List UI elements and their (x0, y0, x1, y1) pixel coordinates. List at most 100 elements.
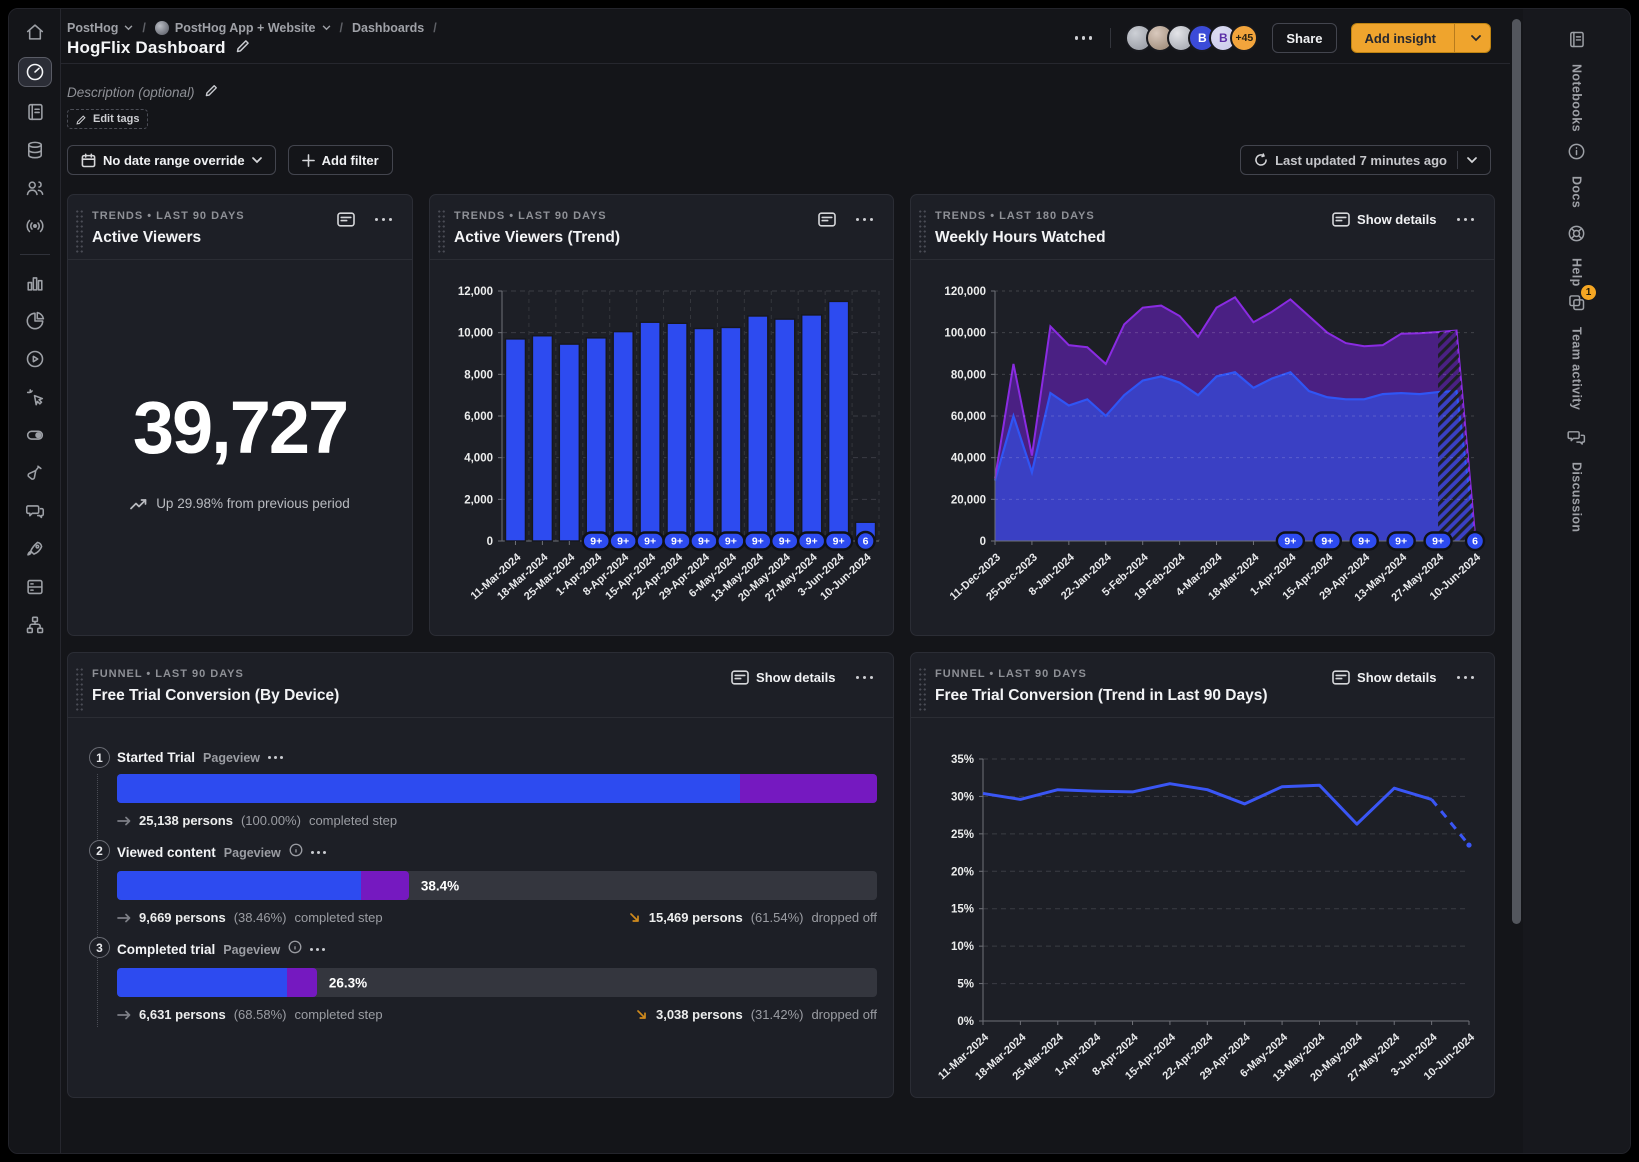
sidebar-item-activity[interactable] (18, 213, 52, 239)
funnel-bar-purple-segment[interactable] (740, 774, 877, 803)
funnel-bar[interactable] (117, 774, 877, 803)
add-insight-button[interactable]: Add insight (1351, 23, 1492, 53)
count-badge[interactable]: 9+ (744, 533, 771, 550)
sidebar-item-data-management[interactable] (18, 137, 52, 163)
count-badge[interactable]: 9+ (1425, 533, 1452, 550)
scrollbar-thumb[interactable] (1512, 19, 1521, 924)
insight-more-menu[interactable] (371, 214, 397, 226)
insight-title[interactable]: Active Viewers (92, 229, 245, 247)
insight-title[interactable]: Active Viewers (Trend) (454, 229, 620, 247)
sidebar-item-toolbar[interactable] (18, 384, 52, 410)
step-name[interactable]: Started Trial (117, 750, 195, 765)
step-more-menu[interactable] (310, 948, 325, 951)
info-icon[interactable] (288, 940, 302, 959)
sidebar-item-early-access[interactable] (18, 536, 52, 562)
panel-tab-help[interactable]: Help (1523, 223, 1630, 287)
refresh-last-updated-button[interactable]: Last updated 7 minutes ago (1240, 145, 1491, 175)
edit-title-icon[interactable] (236, 38, 251, 58)
show-details-button[interactable]: Show details (731, 670, 835, 685)
funnel-bar-blue-segment[interactable] (117, 871, 361, 900)
count-badge[interactable]: 9+ (825, 533, 852, 550)
count-badge[interactable]: 9+ (771, 533, 798, 550)
sidebar-item-feature-flags[interactable] (18, 422, 52, 448)
insight-more-menu[interactable] (1453, 214, 1479, 226)
count-badge[interactable]: 9+ (1388, 533, 1415, 550)
sidebar-item-dashboards[interactable] (18, 57, 52, 87)
svg-text:100,000: 100,000 (944, 328, 986, 340)
collaborator-avatars[interactable]: BB+45 (1125, 24, 1258, 52)
drag-handle[interactable] (918, 209, 926, 253)
count-badge[interactable]: 9+ (1351, 533, 1378, 550)
funnel-bar-blue-segment[interactable] (117, 774, 740, 803)
show-details-button[interactable]: Show details (1332, 212, 1436, 227)
funnel-bar[interactable]: 38.4% (117, 871, 877, 900)
edit-tags-button[interactable]: Edit tags (67, 109, 148, 129)
count-badge[interactable]: 9+ (798, 533, 825, 550)
funnel-bar[interactable]: 26.3% (117, 968, 877, 997)
svg-text:9+: 9+ (725, 536, 737, 548)
sidebar-item-surveys[interactable] (18, 498, 52, 524)
panel-tab-discussion[interactable]: Discussion (1523, 427, 1630, 532)
breadcrumb-team[interactable]: PostHog App + Website (155, 21, 331, 35)
sidebar-item-session-replay[interactable] (18, 346, 52, 372)
notification-badge: 1 (1581, 285, 1596, 300)
sidebar-item-data-pipelines[interactable] (18, 612, 52, 638)
show-details-icon[interactable] (818, 212, 836, 227)
sidebar-item-notebooks[interactable] (18, 99, 52, 125)
step-more-menu[interactable] (311, 851, 326, 854)
count-badge[interactable]: 9+ (1314, 533, 1341, 550)
step-name[interactable]: Viewed content (117, 845, 216, 860)
step-event-type: Pageview (223, 943, 280, 957)
refresh-options-caret[interactable] (1457, 151, 1477, 169)
sidebar-item-home[interactable] (18, 19, 52, 45)
step-event-type: Pageview (224, 846, 281, 860)
early-access-icon (24, 538, 46, 560)
count-badge[interactable]: 9+ (637, 533, 664, 550)
sidebar-item-data-warehouse[interactable] (18, 574, 52, 600)
insight-more-menu[interactable] (852, 214, 878, 226)
step-name[interactable]: Completed trial (117, 942, 215, 957)
show-details-icon[interactable] (337, 212, 355, 227)
avatar-overflow-count[interactable]: +45 (1230, 24, 1258, 52)
count-badge[interactable]: 6 (857, 532, 875, 550)
funnel-bar-purple-segment[interactable] (287, 968, 317, 997)
date-range-override-select[interactable]: No date range override (67, 145, 276, 175)
count-badge[interactable]: 9+ (1277, 533, 1304, 550)
drag-handle[interactable] (75, 667, 83, 711)
insight-more-menu[interactable] (852, 672, 878, 684)
sidebar-item-web-analytics[interactable] (18, 308, 52, 334)
count-badge[interactable]: 6 (1466, 532, 1484, 550)
panel-tab-team-activity[interactable]: 1Team activity (1523, 292, 1630, 410)
insight-title[interactable]: Weekly Hours Watched (935, 229, 1106, 247)
sidebar-item-experiments[interactable] (18, 460, 52, 486)
count-badge[interactable]: 9+ (664, 533, 691, 550)
sidebar-item-product-analytics[interactable] (18, 270, 52, 296)
edit-description-icon[interactable] (205, 83, 219, 102)
add-filter-button[interactable]: Add filter (288, 145, 393, 175)
breadcrumb-dashboards[interactable]: Dashboards (352, 21, 424, 35)
drag-handle[interactable] (437, 209, 445, 253)
sidebar-item-persons[interactable] (18, 175, 52, 201)
show-details-button[interactable]: Show details (1332, 670, 1436, 685)
count-badge[interactable]: 9+ (717, 533, 744, 550)
count-badge[interactable]: 9+ (690, 533, 717, 550)
drag-handle[interactable] (918, 667, 926, 711)
insight-more-menu[interactable] (1453, 672, 1479, 684)
info-icon[interactable] (289, 843, 303, 862)
dashboard-more-menu[interactable] (1071, 32, 1097, 44)
drag-handle[interactable] (75, 209, 83, 253)
share-button[interactable]: Share (1272, 23, 1336, 53)
insight-title[interactable]: Free Trial Conversion (Trend in Last 90 … (935, 687, 1268, 705)
funnel-bar-blue-segment[interactable] (117, 968, 287, 997)
step-more-menu[interactable] (268, 756, 283, 759)
dashboard-description[interactable]: Description (optional) (67, 85, 195, 100)
breadcrumb-project[interactable]: PostHog (67, 21, 133, 35)
add-insight-caret[interactable] (1462, 35, 1490, 42)
panel-tab-notebooks[interactable]: Notebooks (1523, 29, 1630, 132)
funnel-bar-purple-segment[interactable] (361, 871, 409, 900)
vertical-scrollbar[interactable] (1510, 9, 1523, 1153)
panel-tab-docs[interactable]: Docs (1523, 141, 1630, 208)
insight-title[interactable]: Free Trial Conversion (By Device) (92, 687, 339, 705)
count-badge[interactable]: 9+ (610, 533, 637, 550)
count-badge[interactable]: 9+ (583, 533, 610, 550)
